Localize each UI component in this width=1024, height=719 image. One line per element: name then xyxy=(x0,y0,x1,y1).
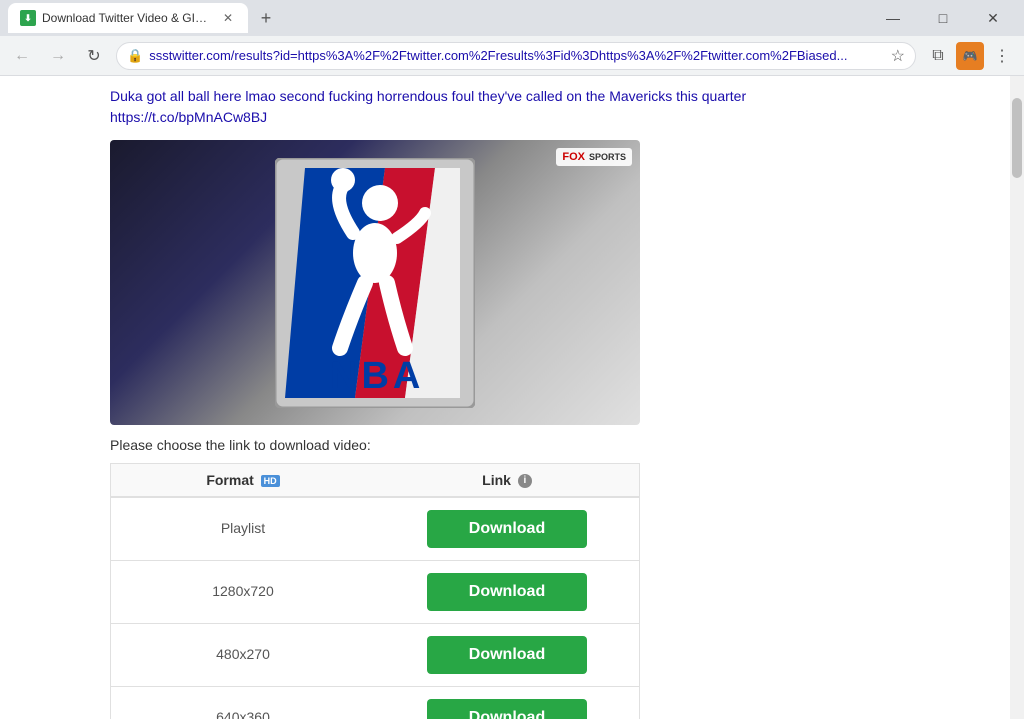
page-content: Duka got all ball here lmao second fucki… xyxy=(0,76,1024,719)
choose-download-text: Please choose the link to download video… xyxy=(110,437,900,453)
address-bar: ← → ↻ 🔒 ssstwitter.com/results?id=https%… xyxy=(0,36,1024,76)
window-controls: — □ ✕ xyxy=(870,2,1016,34)
format-label: Playlist xyxy=(221,520,265,536)
hd-badge: HD xyxy=(261,475,280,487)
format-label: 640x360 xyxy=(216,709,270,719)
table-row: 640x360 Download xyxy=(111,687,640,719)
refresh-button[interactable]: ↻ xyxy=(80,42,108,70)
page-body: Duka got all ball here lmao second fucki… xyxy=(95,76,915,719)
maximize-button[interactable]: □ xyxy=(920,2,966,34)
download-table: Format HD Link i PlaylistDownload1280x72… xyxy=(110,463,640,719)
link-cell: Download xyxy=(375,624,640,687)
format-label: 1280x720 xyxy=(212,583,274,599)
tab-title: Download Twitter Video & GIF t... xyxy=(42,11,214,25)
content-area: Duka got all ball here lmao second fucki… xyxy=(0,76,1010,719)
link-info-icon: i xyxy=(518,474,532,488)
link-cell: Download xyxy=(375,687,640,719)
tab-close-button[interactable]: ✕ xyxy=(220,10,236,26)
url-text: ssstwitter.com/results?id=https%3A%2F%2F… xyxy=(149,48,884,63)
download-button-3[interactable]: Download xyxy=(427,699,587,719)
active-tab[interactable]: ⬇ Download Twitter Video & GIF t... ✕ xyxy=(8,3,248,33)
format-cell: 640x360 xyxy=(111,687,376,719)
table-row: 480x270 Download xyxy=(111,624,640,687)
fox-badge: FOX SPORTS xyxy=(556,148,632,166)
format-column-header: Format HD xyxy=(111,464,376,498)
format-cell: Playlist xyxy=(111,497,376,561)
link-cell: Download xyxy=(375,561,640,624)
format-cell: 480x270 xyxy=(111,624,376,687)
tab-favicon: ⬇ xyxy=(20,10,36,26)
bookmark-icon[interactable]: ☆ xyxy=(891,46,905,66)
extension-icon-1[interactable]: 🎮 xyxy=(956,42,984,70)
format-cell: 1280x720 xyxy=(111,561,376,624)
url-bar[interactable]: 🔒 ssstwitter.com/results?id=https%3A%2F%… xyxy=(116,42,916,70)
close-button[interactable]: ✕ xyxy=(970,2,1016,34)
format-label: 480x270 xyxy=(216,646,270,662)
scroll-thumb[interactable] xyxy=(1012,98,1022,178)
menu-button[interactable]: ⋮ xyxy=(988,42,1016,70)
svg-text:NBA: NBA xyxy=(330,355,424,397)
table-row: Playlist Download xyxy=(111,497,640,561)
title-bar: ⬇ Download Twitter Video & GIF t... ✕ + … xyxy=(0,0,1024,36)
link-cell: Download xyxy=(375,497,640,561)
table-row: 1280x720 Download xyxy=(111,561,640,624)
minimize-button[interactable]: — xyxy=(870,2,916,34)
download-button-1[interactable]: Download xyxy=(427,573,587,611)
link-column-header: Link i xyxy=(375,464,640,498)
video-thumbnail: NBA FOX SPORTS xyxy=(110,140,640,425)
scrollbar[interactable] xyxy=(1010,76,1024,719)
download-button-2[interactable]: Download xyxy=(427,636,587,674)
back-button[interactable]: ← xyxy=(8,42,36,70)
forward-button[interactable]: → xyxy=(44,42,72,70)
extensions-button[interactable]: ⧉ xyxy=(924,42,952,70)
browser-window: ⬇ Download Twitter Video & GIF t... ✕ + … xyxy=(0,0,1024,719)
nba-logo-svg: NBA xyxy=(275,158,475,408)
new-tab-button[interactable]: + xyxy=(252,4,280,32)
tweet-text: Duka got all ball here lmao second fucki… xyxy=(110,86,900,128)
extensions-area: ⧉ 🎮 ⋮ xyxy=(924,42,1016,70)
lock-icon: 🔒 xyxy=(127,48,143,64)
download-button-0[interactable]: Download xyxy=(427,510,587,548)
